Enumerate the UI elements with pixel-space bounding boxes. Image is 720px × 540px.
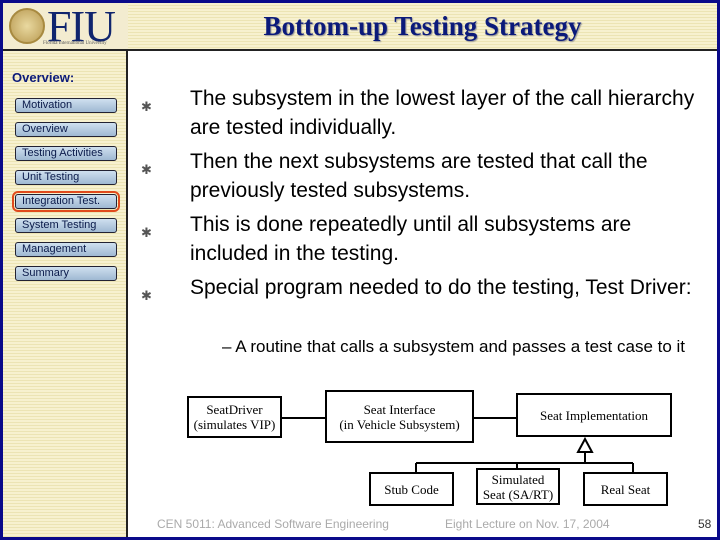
seat-driver-box: SeatDriver (simulates VIP) <box>187 396 282 438</box>
seat-implementation-box: Seat Implementation <box>516 393 672 437</box>
footer-course: CEN 5011: Advanced Software Engineering <box>157 517 389 531</box>
diagram-connectors <box>281 417 634 472</box>
page-number: 58 <box>698 517 712 531</box>
slide: FIU Florida International University Ove… <box>3 3 717 537</box>
stub-code-box: Stub Code <box>369 472 454 506</box>
simulated-seat-box: Simulated Seat (SA/RT) <box>476 468 560 505</box>
seat-interface-box: Seat Interface (in Vehicle Subsystem) <box>325 390 474 443</box>
real-seat-box: Real Seat <box>583 472 668 506</box>
footer-lecture: Eight Lecture on Nov. 17, 2004 <box>445 517 610 531</box>
